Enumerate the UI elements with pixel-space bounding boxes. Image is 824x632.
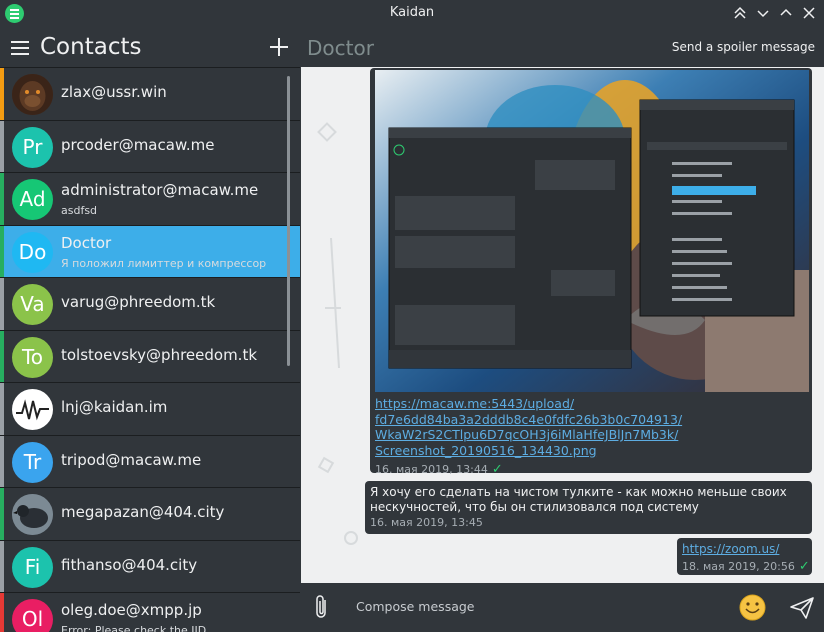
contact-item[interactable]: zlax@ussr.win	[0, 68, 300, 121]
presence-indicator	[0, 68, 4, 120]
compose-message-input[interactable]: Compose message	[356, 599, 475, 614]
contact-item[interactable]: megapazan@404.city	[0, 488, 300, 541]
contact-list-scrollbar[interactable]	[287, 76, 290, 366]
avatar: Ol	[12, 599, 53, 632]
message-timestamp: 18. мая 2019, 20:56	[682, 560, 795, 573]
contact-name: prcoder@macaw.me	[61, 135, 215, 154]
minimize-icon[interactable]	[754, 4, 772, 22]
message-text: Я хочу его сделать на чистом тулките - к…	[365, 481, 812, 534]
contact-name: tripod@macaw.me	[61, 450, 202, 469]
presence-indicator	[0, 540, 4, 592]
delivered-check-icon: ✓	[798, 559, 810, 574]
avatar: To	[12, 336, 53, 378]
screenshot-image[interactable]	[375, 70, 809, 392]
send-spoiler-button[interactable]: Send a spoiler message	[672, 40, 815, 54]
contact-item[interactable]: Pr prcoder@macaw.me	[0, 120, 300, 173]
send-icon[interactable]	[789, 596, 815, 620]
maximize-icon[interactable]	[777, 4, 795, 22]
message-body: Я хочу его сделать на чистом тулките - к…	[370, 485, 787, 514]
presence-indicator	[0, 330, 4, 382]
chat-title: Doctor	[307, 36, 374, 60]
contact-name: lnj@kaidan.im	[61, 398, 168, 416]
contact-item[interactable]: Ol oleg.doe@xmpp.jp Error: Please check th…	[0, 593, 300, 632]
contact-item[interactable]: lnj@kaidan.im	[0, 383, 300, 436]
presence-indicator	[0, 435, 4, 487]
avatar-initials: Pr	[22, 134, 43, 159]
message-timestamp: 16. мая 2019, 13:45	[370, 516, 483, 529]
contact-item[interactable]: Do Doctor Я положил лимиттер и компрессор	[0, 225, 300, 278]
contact-name: zlax@ussr.win	[61, 83, 167, 101]
presence-indicator	[0, 593, 4, 632]
avatar: Tr	[12, 441, 53, 483]
avatar: Do	[12, 231, 53, 273]
contact-name: oleg.doe@xmpp.jp	[61, 601, 202, 619]
window-title: Kaidan	[389, 5, 435, 20]
presence-indicator	[0, 225, 4, 277]
message-meta: 18. мая 2019, 20:56 ✓	[682, 559, 810, 574]
avatar-initials: Do	[18, 239, 47, 264]
title-bar: Kaidan	[0, 0, 824, 28]
presence-indicator	[0, 173, 4, 225]
kaidan-window: Kaidan Contacts zlax@ussr.win Pr prcoder@m…	[0, 0, 824, 632]
contact-status: asdfsd	[61, 204, 98, 217]
presence-indicator	[0, 488, 4, 540]
avatar	[12, 494, 53, 535]
avatar: Ad	[12, 179, 53, 220]
link-line[interactable]: WkaW2rS2CTlpu6D7qcOH3j6iMlaHfeJBlJn7Mb3k…	[375, 427, 682, 443]
contact-name: tolstoevsky@phreedom.tk	[61, 345, 258, 364]
avatar-initials: Va	[20, 292, 45, 316]
chat-header: Doctor Send a spoiler message	[301, 28, 824, 67]
contacts-header: Contacts	[0, 28, 300, 68]
composer-bar: Compose message	[301, 583, 824, 632]
link-line[interactable]: https://macaw.me:5443/upload/	[375, 396, 682, 412]
message-timestamp: 16. мая 2019, 13:44	[375, 463, 488, 476]
keep-above-icon[interactable]	[731, 4, 749, 22]
contact-item[interactable]: Tr tripod@macaw.me	[0, 435, 300, 488]
paperclip-icon[interactable]	[314, 594, 330, 620]
contact-name: Doctor	[61, 233, 112, 252]
avatar	[12, 389, 53, 430]
avatar-initials: Fi	[24, 554, 41, 579]
contact-item[interactable]: Ad administrator@macaw.me asdfsd	[0, 173, 300, 226]
avatar-initials: Ad	[19, 187, 46, 211]
close-icon[interactable]	[800, 4, 818, 22]
contacts-title: Contacts	[40, 34, 142, 60]
contact-status: Error: Please check the JID	[61, 624, 207, 632]
plus-icon[interactable]	[270, 38, 288, 56]
image-upload-link[interactable]: https://macaw.me:5443/upload/fd7e6dd84ba…	[375, 396, 682, 458]
contact-name: administrator@macaw.me	[61, 181, 259, 199]
avatar: Pr	[12, 126, 53, 168]
contacts-sidebar: Contacts zlax@ussr.win Pr prcoder@macaw.me…	[0, 28, 300, 632]
contact-list: zlax@ussr.win Pr prcoder@macaw.me Ad adminis…	[0, 68, 300, 632]
avatar-initials: Ol	[21, 607, 44, 631]
chat-pane: Doctor Send a spoiler message https://ma…	[301, 28, 824, 632]
contact-status: Я положил лимиттер и компрессор	[61, 256, 267, 270]
contact-name: varug@phreedom.tk	[61, 293, 216, 311]
avatar: Va	[12, 284, 53, 325]
avatar-initials: Tr	[23, 449, 42, 474]
image-message-meta: 16. мая 2019, 13:44 ✓	[375, 458, 503, 477]
link-line[interactable]: fd7e6dd84ba3a2dddb8c4e0fdfc26b3b0c704913…	[375, 412, 682, 428]
avatar	[12, 74, 53, 115]
contact-name: megapazan@404.city	[61, 503, 225, 521]
contact-item[interactable]: Va varug@phreedom.tk	[0, 278, 300, 331]
presence-indicator	[0, 278, 4, 330]
link-line[interactable]: Screenshot_20190516_134430.png	[375, 443, 682, 459]
delivered-check-icon: ✓	[491, 462, 503, 477]
presence-indicator	[0, 120, 4, 172]
message-link: https://zoom.us/ 18. мая 2019, 20:56 ✓	[677, 538, 812, 575]
contact-item[interactable]: To tolstoevsky@phreedom.tk	[0, 330, 300, 383]
zoom-link[interactable]: https://zoom.us/	[682, 542, 779, 556]
avatar: Fi	[12, 546, 53, 588]
contact-item[interactable]: Fi fithanso@404.city	[0, 540, 300, 593]
avatar-initials: To	[21, 344, 44, 369]
message-image: https://macaw.me:5443/upload/fd7e6dd84ba…	[370, 68, 812, 477]
hamburger-icon[interactable]	[11, 40, 29, 56]
smiley-icon[interactable]	[739, 594, 766, 621]
presence-indicator	[0, 383, 4, 435]
contact-name: fithanso@404.city	[61, 555, 198, 574]
